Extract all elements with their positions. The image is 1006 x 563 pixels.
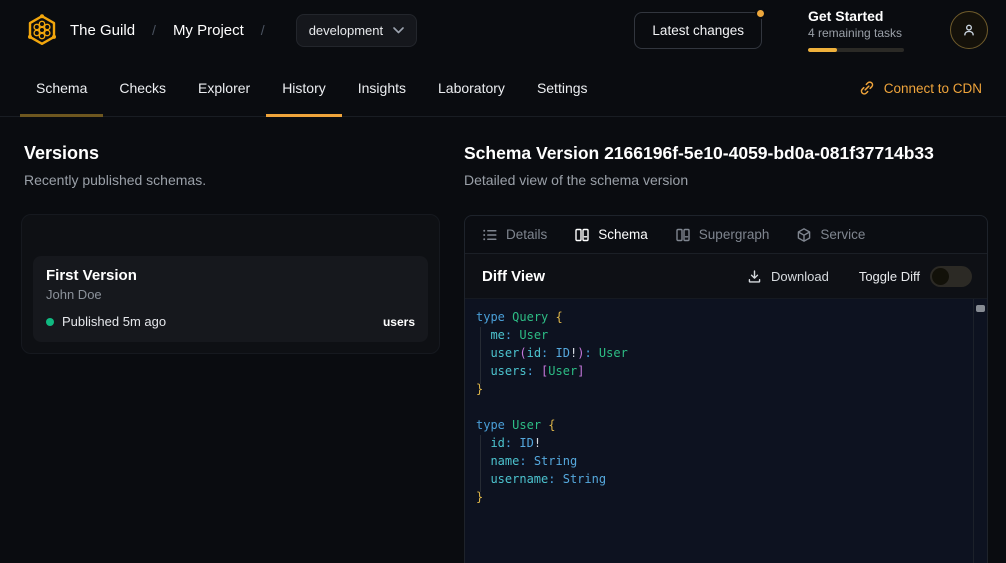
tab-laboratory[interactable]: Laboratory xyxy=(422,60,521,116)
versions-list: First Version John Doe Published 5m ago … xyxy=(21,214,440,354)
schema-view-panel: Details Schema xyxy=(464,215,988,563)
version-author: John Doe xyxy=(46,287,415,302)
download-label: Download xyxy=(771,269,829,284)
tab-label: Schema xyxy=(598,227,648,242)
get-started-subtitle: 4 remaining tasks xyxy=(808,26,904,41)
code-lines: type Query { me: User user(id: ID!): Use… xyxy=(476,308,971,506)
scrollbar-track[interactable] xyxy=(973,299,987,563)
tab-service[interactable]: Service xyxy=(796,227,865,243)
target-select[interactable]: development xyxy=(296,14,417,47)
hive-logo-icon[interactable] xyxy=(24,12,60,48)
main-content: Versions Recently published schemas. Fir… xyxy=(0,117,1006,563)
download-icon xyxy=(747,269,762,284)
progress-fill xyxy=(808,48,837,52)
target-select-value: development xyxy=(309,23,383,38)
tab-label: Laboratory xyxy=(438,80,505,96)
version-detail-subtitle: Detailed view of the schema version xyxy=(464,172,988,188)
link-icon xyxy=(859,80,875,96)
connect-to-cdn-button[interactable]: Connect to CDN xyxy=(859,60,982,116)
org-link[interactable]: The Guild xyxy=(70,22,135,39)
versions-subtitle: Recently published schemas. xyxy=(24,172,440,188)
indent-guide xyxy=(480,435,481,492)
tab-supergraph[interactable]: Supergraph xyxy=(675,227,770,243)
versions-panel: Versions Recently published schemas. Fir… xyxy=(24,143,440,563)
connect-to-cdn-label: Connect to CDN xyxy=(884,81,982,96)
tab-label: Details xyxy=(506,227,547,242)
page-tabs: Schema Checks Explorer History Insights … xyxy=(0,60,1006,117)
tab-label: Schema xyxy=(36,80,87,96)
schema-code-viewer: type Query { me: User user(id: ID!): Use… xyxy=(465,299,987,563)
version-list-item[interactable]: First Version John Doe Published 5m ago … xyxy=(33,256,428,342)
columns-icon xyxy=(675,227,691,243)
tab-label: Service xyxy=(820,227,865,242)
tab-explorer[interactable]: Explorer xyxy=(182,60,266,116)
person-icon xyxy=(960,21,978,39)
indent-guide xyxy=(480,327,481,384)
version-detail-panel: Schema Version 2166196f-5e10-4059-bd0a-0… xyxy=(464,143,988,563)
tab-schema[interactable]: Schema xyxy=(20,60,103,116)
version-name: First Version xyxy=(46,267,415,285)
tab-label: Settings xyxy=(537,80,588,96)
version-service-badge: users xyxy=(383,315,415,329)
tab-label: Supergraph xyxy=(699,227,770,242)
get-started-title: Get Started xyxy=(808,8,904,25)
published-dot-icon xyxy=(46,318,54,326)
versions-title: Versions xyxy=(24,143,440,163)
scrollbar-thumb[interactable] xyxy=(976,305,985,312)
diff-actions: Download Toggle Diff xyxy=(747,266,972,287)
breadcrumb-separator: / xyxy=(152,22,156,38)
breadcrumb: The Guild / My Project / development xyxy=(24,12,417,48)
toggle-diff-label: Toggle Diff xyxy=(859,269,920,284)
tab-schema-view[interactable]: Schema xyxy=(574,227,648,243)
diff-toolbar: Diff View Download Toggle Diff xyxy=(465,254,987,299)
diff-view-title: Diff View xyxy=(482,268,545,285)
tab-insights[interactable]: Insights xyxy=(342,60,422,116)
tab-label: Explorer xyxy=(198,80,250,96)
breadcrumb-separator: / xyxy=(261,22,265,38)
version-meta: Published 5m ago users xyxy=(46,314,415,329)
toggle-diff-switch[interactable] xyxy=(930,266,972,287)
tab-label: History xyxy=(282,80,326,96)
project-link[interactable]: My Project xyxy=(173,22,244,39)
tab-history[interactable]: History xyxy=(266,60,342,116)
schema-view-tabs: Details Schema xyxy=(465,216,987,254)
get-started-progress-track xyxy=(808,48,904,52)
user-avatar[interactable] xyxy=(950,11,988,49)
version-status: Published 5m ago xyxy=(62,314,166,329)
tab-label: Insights xyxy=(358,80,406,96)
list-icon xyxy=(482,227,498,243)
tab-label: Checks xyxy=(119,80,166,96)
app-header: The Guild / My Project / development Lat… xyxy=(0,0,1006,60)
chevron-down-icon xyxy=(393,27,404,34)
tab-checks[interactable]: Checks xyxy=(103,60,182,116)
tab-settings[interactable]: Settings xyxy=(521,60,604,116)
latest-changes-label: Latest changes xyxy=(652,23,744,38)
get-started-widget[interactable]: Get Started 4 remaining tasks xyxy=(808,8,904,52)
notification-dot xyxy=(755,8,766,19)
toggle-knob xyxy=(932,268,949,285)
columns-icon xyxy=(574,227,590,243)
version-detail-title: Schema Version 2166196f-5e10-4059-bd0a-0… xyxy=(464,143,988,163)
download-button[interactable]: Download xyxy=(747,269,829,284)
header-actions: Latest changes Get Started 4 remaining t… xyxy=(634,8,988,52)
cube-icon xyxy=(796,227,812,243)
latest-changes-button[interactable]: Latest changes xyxy=(634,12,762,49)
tab-details[interactable]: Details xyxy=(482,227,547,243)
